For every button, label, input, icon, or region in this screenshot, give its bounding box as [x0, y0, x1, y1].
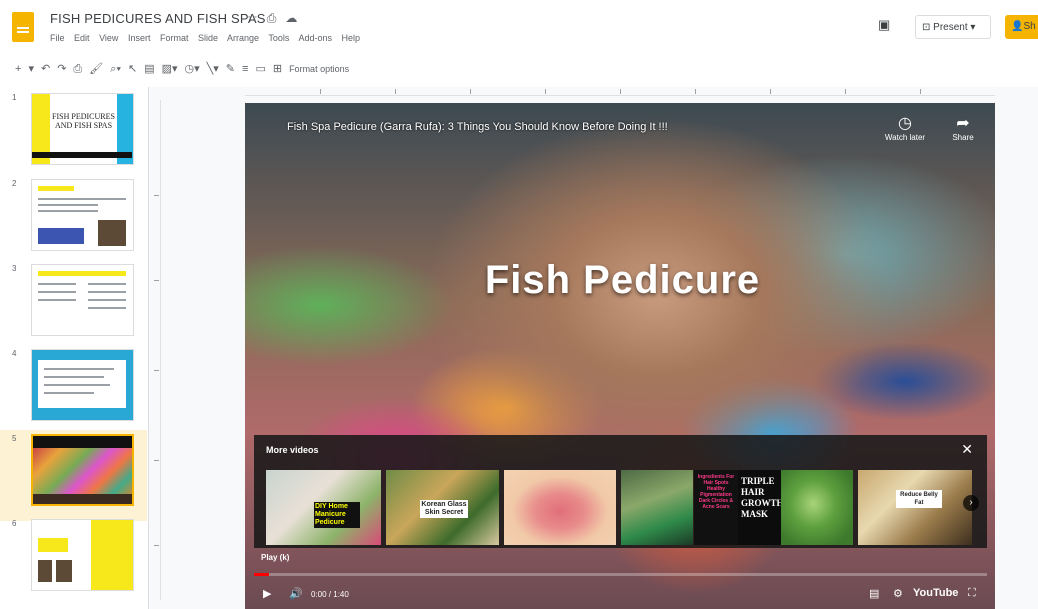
related-video-thumbnail[interactable]: Korean Glass Skin Secret [386, 470, 499, 545]
undo-icon[interactable]: ↶ [41, 63, 50, 75]
slide-thumbnail-4[interactable] [31, 349, 134, 421]
comments-icon[interactable]: ▣ [878, 17, 896, 33]
share-button[interactable]: 👤Sh [1005, 15, 1038, 39]
slide-number: 4 [12, 349, 17, 358]
share-label: Sh [1023, 21, 1036, 32]
share-icon: ➦ [956, 115, 970, 132]
menu-insert[interactable]: Insert [128, 33, 151, 43]
video-overlay-title: Fish Pedicure [484, 258, 761, 302]
pen-icon[interactable]: ✎ [226, 63, 235, 75]
line-icon[interactable]: ╲▾ [207, 63, 219, 75]
move-icon[interactable]: ⎙ [267, 11, 277, 25]
slide-thumbnail-5[interactable] [31, 434, 134, 506]
embedded-video[interactable]: Fish Spa Pedicure (Garra Rufa): 3 Things… [245, 103, 995, 609]
menu-edit[interactable]: Edit [74, 33, 90, 43]
progress-fill [254, 573, 269, 576]
slide-thumbnail-3[interactable] [31, 264, 134, 336]
thumbnail-caption: DIY Home Manicure Pedicure [314, 502, 360, 528]
menu-bar: File Edit View Insert Format Slide Arran… [50, 33, 367, 43]
fill-icon[interactable]: ▭ [255, 63, 265, 75]
video-title[interactable]: Fish Spa Pedicure (Garra Rufa): 3 Things… [287, 121, 668, 133]
vertical-ruler [152, 100, 161, 600]
related-video-thumbnail[interactable]: DIY Home Manicure Pedicure [266, 470, 381, 545]
slide-filmstrip: 1 FISH PEDICURES AND FISH SPAS 2 3 4 5 6 [0, 87, 149, 609]
video-controls: ▶ 🔊 0:00 / 1:40 ▤ ⚙ YouTube ⛶ [245, 581, 995, 609]
share-video-button[interactable]: ➦ Share [941, 115, 985, 142]
related-video-thumbnail[interactable] [621, 470, 693, 545]
close-icon[interactable]: ✕ [961, 441, 973, 458]
chevron-down-icon[interactable]: ▾ [968, 22, 975, 33]
menu-view[interactable]: View [99, 33, 118, 43]
captions-icon[interactable]: ▤ [869, 587, 879, 600]
youtube-logo[interactable]: YouTube [913, 587, 958, 599]
share-video-label: Share [952, 133, 974, 142]
background-icon[interactable]: ⊞ [273, 63, 282, 75]
select-icon[interactable]: ↖ [128, 63, 137, 75]
volume-icon[interactable]: 🔊 [289, 587, 303, 600]
menu-arrange[interactable]: Arrange [227, 33, 259, 43]
settings-gear-icon[interactable]: ⚙ [893, 587, 903, 600]
zoom-icon[interactable]: ⌕▾ [110, 63, 121, 75]
fullscreen-icon[interactable]: ⛶ [968, 587, 976, 600]
clock-icon: ◷ [898, 115, 912, 132]
menu-file[interactable]: File [50, 33, 65, 43]
chevron-down-icon[interactable]: ▾ [28, 63, 34, 75]
cloud-icon[interactable]: ☁ [285, 11, 297, 25]
more-videos-label: More videos [266, 445, 319, 455]
related-video-thumbnail[interactable]: Ingredients For Hair Spots Healthy Pigme… [694, 470, 738, 545]
thumbnail-caption: TRIPLE HAIR GROWTH MASK [741, 476, 781, 519]
play-icon[interactable]: ▶ [263, 587, 271, 600]
thumbnail-caption: Ingredients For Hair Spots Healthy Pigme… [697, 474, 735, 510]
redo-icon[interactable]: ↷ [57, 63, 66, 75]
horizontal-ruler [245, 87, 995, 96]
slide-thumbnail-2[interactable] [31, 179, 134, 251]
menu-addons[interactable]: Add-ons [298, 33, 332, 43]
print-icon[interactable]: ⎙ [73, 63, 82, 75]
related-video-thumbnail[interactable] [504, 470, 616, 545]
slide-number: 2 [12, 179, 17, 188]
slide-thumbnail-title: FISH PEDICURES AND FISH SPAS [50, 112, 117, 130]
person-icon: 👤 [1011, 21, 1024, 32]
align-icon[interactable]: ≡ [242, 63, 248, 75]
watch-later-button[interactable]: ◷ Watch later [883, 115, 927, 142]
image-icon[interactable]: ▨▾ [162, 63, 178, 75]
shape-icon[interactable]: ◷▾ [185, 63, 200, 75]
thumbnail-caption: Reduce Belly Fat [896, 490, 942, 508]
document-title[interactable]: FISH PEDICURES AND FISH SPAS [50, 11, 266, 26]
menu-format[interactable]: Format [160, 33, 189, 43]
more-videos-panel: More videos ✕ DIY Home Manicure Pedicure… [254, 435, 987, 548]
present-button[interactable]: ⊡ Present ▾ [915, 15, 991, 39]
menu-slide[interactable]: Slide [198, 33, 218, 43]
title-icons: ☆ ⎙ ☁ [247, 11, 306, 26]
toolbar: + ▾ ↶ ↷ ⎙ 🖌 ⌕▾ ↖ ▤ ▨▾ ◷▾ ╲▾ ✎ ≡ ▭ ⊞ Format options [15, 62, 356, 76]
slide-thumbnail-1[interactable]: FISH PEDICURES AND FISH SPAS [31, 93, 134, 165]
video-progress-bar[interactable] [254, 573, 987, 576]
slide-number: 5 [12, 434, 17, 443]
play-tooltip: Play (k) [261, 553, 290, 562]
watch-later-label: Watch later [884, 133, 926, 142]
add-icon[interactable]: + [15, 63, 21, 75]
menu-tools[interactable]: Tools [268, 33, 289, 43]
related-video-thumbnail[interactable]: Reduce Belly Fat [858, 470, 972, 545]
format-options-button[interactable]: Format options [289, 64, 349, 74]
slide-number: 3 [12, 264, 17, 273]
present-label: Present [933, 22, 968, 33]
slide-number: 1 [12, 93, 17, 102]
textbox-icon[interactable]: ▤ [144, 63, 154, 75]
slide-thumbnail-6[interactable] [31, 519, 134, 591]
related-video-thumbnail[interactable]: TRIPLE HAIR GROWTH MASK [738, 470, 781, 545]
chevron-right-icon[interactable]: › [963, 495, 979, 511]
slides-logo-icon[interactable] [12, 12, 34, 42]
present-icon: ⊡ [922, 22, 934, 33]
related-video-thumbnail[interactable] [781, 470, 853, 545]
thumbnail-caption: Korean Glass Skin Secret [420, 500, 468, 518]
star-icon[interactable]: ☆ [247, 11, 258, 25]
paint-format-icon[interactable]: 🖌 [89, 63, 103, 75]
video-time: 0:00 / 1:40 [311, 590, 349, 599]
menu-help[interactable]: Help [341, 33, 360, 43]
slide-number: 6 [12, 519, 17, 528]
